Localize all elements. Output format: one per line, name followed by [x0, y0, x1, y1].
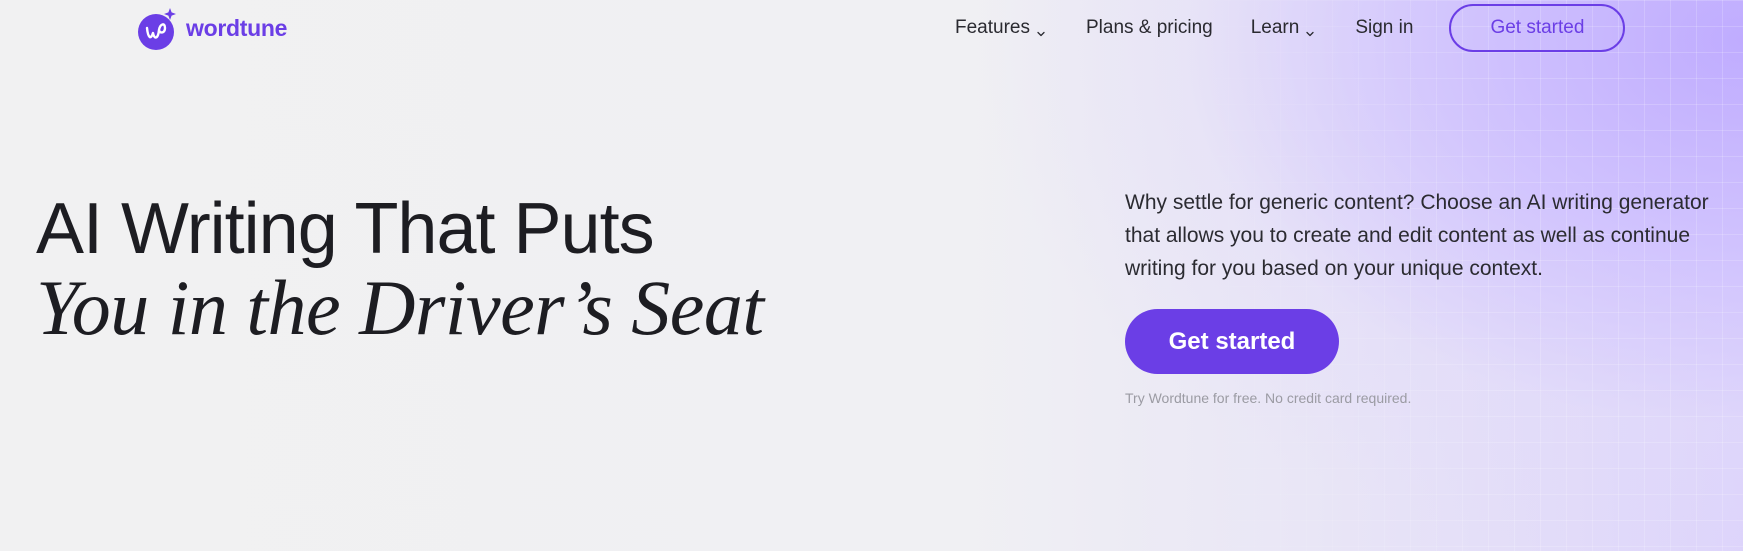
hero-heading-line2: You in the Driver’s Seat	[36, 264, 764, 351]
top-navigation-bar: wordtune Features Plans & pricing Learn …	[0, 0, 1743, 58]
chevron-down-icon	[1036, 23, 1046, 37]
brand-name: wordtune	[186, 14, 288, 41]
hero-get-started-button[interactable]: Get started	[1125, 309, 1339, 374]
sign-in-link[interactable]: Sign in	[1355, 17, 1413, 39]
nav-plans-label: Plans & pricing	[1085, 17, 1213, 38]
hero-heading: AI Writing That Puts You in the Driver’s…	[36, 190, 764, 348]
free-trial-note: Try Wordtune for free. No credit card re…	[1125, 390, 1412, 406]
nav-features-dropdown[interactable]: Features	[955, 17, 1046, 39]
hero-description: Why settle for generic content? Choose a…	[1125, 191, 1709, 280]
nav-features-label: Features	[955, 17, 1030, 38]
main-nav: Features Plans & pricing Learn Sign in G…	[955, 0, 1626, 56]
wordtune-logo-icon	[138, 6, 178, 50]
wordtune-logo[interactable]: wordtune	[138, 6, 288, 50]
header-get-started-button[interactable]: Get started	[1449, 4, 1626, 52]
sign-in-label: Sign in	[1355, 17, 1414, 38]
nav-plans-pricing-link[interactable]: Plans & pricing	[1086, 17, 1213, 39]
nav-learn-dropdown[interactable]: Learn	[1251, 17, 1316, 39]
hero-heading-line1: AI Writing That Puts	[36, 189, 655, 269]
chevron-down-icon	[1305, 23, 1315, 37]
hero-cta-section: Why settle for generic content? Choose a…	[1125, 186, 1725, 406]
nav-learn-label: Learn	[1250, 17, 1300, 38]
